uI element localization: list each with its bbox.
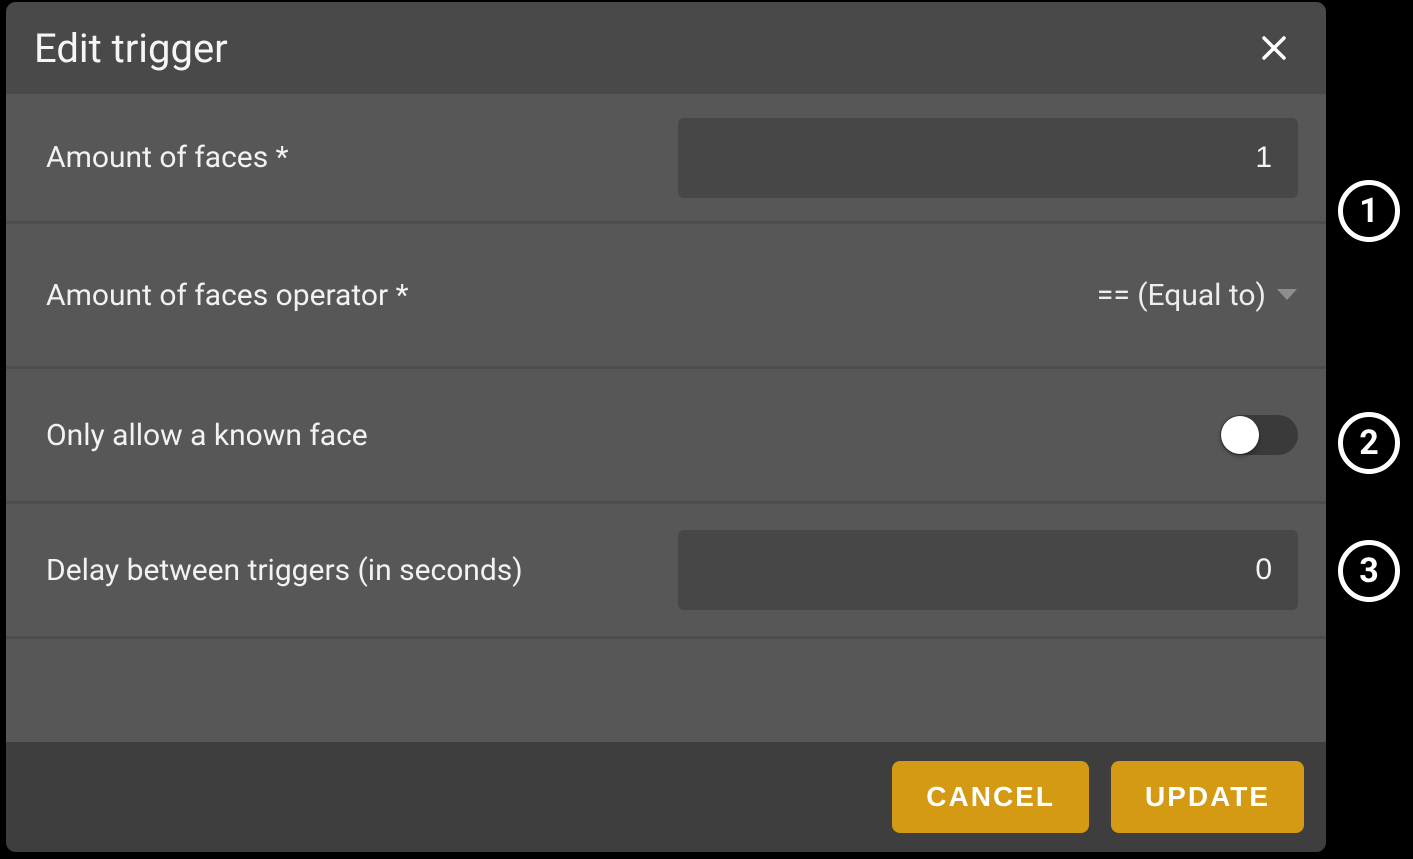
row-delay: Delay between triggers (in seconds) — [6, 504, 1326, 639]
row-known-face: Only allow a known face — [6, 369, 1326, 504]
amount-of-faces-input[interactable] — [678, 118, 1298, 198]
body-spacer — [6, 639, 1326, 742]
annotation-marker-3: 3 — [1338, 540, 1400, 602]
amount-of-faces-label: Amount of faces * — [46, 140, 289, 175]
annotation-marker-1: 1 — [1338, 180, 1400, 242]
row-operator: Amount of faces operator * == (Equal to) — [6, 224, 1326, 369]
cancel-button[interactable]: CANCEL — [892, 761, 1089, 833]
known-face-toggle[interactable] — [1220, 415, 1298, 455]
operator-value: == (Equal to) — [1097, 278, 1266, 313]
dialog-footer: CANCEL UPDATE — [6, 742, 1326, 852]
annotation-marker-2: 2 — [1338, 412, 1400, 474]
operator-label: Amount of faces operator * — [46, 278, 409, 313]
update-button[interactable]: UPDATE — [1111, 761, 1304, 833]
dialog-body: Amount of faces * Amount of faces operat… — [6, 94, 1326, 742]
known-face-label: Only allow a known face — [46, 418, 368, 453]
close-icon — [1259, 33, 1289, 63]
operator-select[interactable]: == (Equal to) — [1097, 278, 1298, 313]
dialog-header: Edit trigger — [6, 2, 1326, 94]
delay-input[interactable] — [678, 530, 1298, 610]
close-button[interactable] — [1250, 24, 1298, 72]
dialog-title: Edit trigger — [34, 25, 228, 72]
chevron-down-icon — [1276, 288, 1298, 302]
toggle-knob — [1221, 416, 1259, 454]
delay-label: Delay between triggers (in seconds) — [46, 553, 523, 588]
edit-trigger-dialog: Edit trigger Amount of faces * Amount of… — [6, 2, 1326, 852]
row-amount-of-faces: Amount of faces * — [6, 94, 1326, 224]
annotation-column: 1 2 3 — [1330, 0, 1410, 850]
